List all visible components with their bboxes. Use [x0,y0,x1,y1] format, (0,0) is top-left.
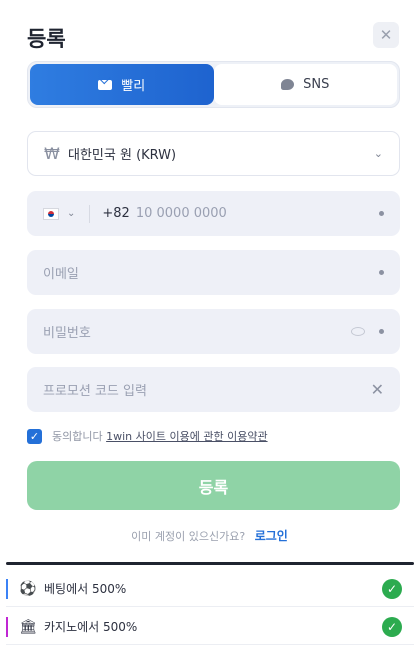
registration-modal: 등록 ✕ 빨리 SNS ₩ 대한민국 원 (KRW) ⌄ ⌄ +82 10 00… [0,0,419,560]
tab-sns-label: SNS [303,77,330,92]
registration-tabs: 빨리 SNS [27,61,400,108]
email-field[interactable]: 이메일 [27,250,400,295]
password-placeholder: 비밀번호 [43,326,91,341]
page-title: 등록 [27,27,66,51]
currency-select[interactable]: ₩ 대한민국 원 (KRW) ⌄ [27,131,400,176]
login-link[interactable]: 로그인 [255,529,288,543]
login-prompt: 이미 계정이 있으신가요? [131,530,246,543]
kr-flag-icon[interactable] [43,207,59,220]
check-icon: ✓ [382,616,402,637]
promo-code-field[interactable]: 프로모션 코드 입력 ✕ [27,367,400,412]
tab-quick[interactable]: 빨리 [30,64,214,105]
close-icon: ✕ [379,26,393,44]
chevron-down-icon: ⌄ [373,147,383,160]
password-field[interactable]: 비밀번호 [27,309,400,354]
promo-label: 베팅에서 500% [44,582,127,596]
soccer-ball-icon: ⚽ [19,580,37,597]
won-icon: ₩ [44,144,60,163]
required-dot-icon [379,270,384,275]
email-placeholder: 이메일 [43,267,79,282]
required-dot-icon [379,211,384,216]
terms-prefix: 동의합니다 [52,430,103,443]
chevron-down-icon[interactable]: ⌄ [67,208,75,219]
country-code: +82 [102,206,130,221]
phone-placeholder: 10 0000 0000 [135,206,227,221]
section-divider [6,562,414,565]
accent-bar [6,616,8,637]
promo-item-casino: 🏛 카지노에서 500% ✓ [6,609,414,645]
tab-sns[interactable]: SNS [213,64,397,105]
register-button[interactable]: 등록 [27,461,400,510]
accent-bar [6,578,8,599]
currency-value: 대한민국 원 (KRW) [68,148,177,163]
terms-checkbox[interactable]: ✓ [27,428,42,444]
tab-quick-label: 빨리 [121,79,146,94]
chat-icon [281,79,295,90]
divider [89,204,91,223]
check-icon: ✓ [382,578,402,599]
phone-field[interactable]: ⌄ +82 10 0000 0000 [27,191,400,236]
clear-icon[interactable]: ✕ [371,380,384,399]
terms-agreement: ✓ 동의합니다 1win 사이트 이용에 관한 이용약관 [27,428,268,444]
required-dot-icon [379,329,384,334]
promo-label: 카지노에서 500% [44,620,138,634]
eye-icon[interactable] [351,327,365,336]
close-button[interactable]: ✕ [373,22,399,48]
mail-icon [98,79,113,90]
casino-building-icon: 🏛 [19,618,37,635]
terms-link[interactable]: 1win 사이트 이용에 관한 이용약관 [106,430,267,443]
promo-item-betting: ⚽ 베팅에서 500% ✓ [6,571,414,607]
login-prompt-row: 이미 계정이 있으신가요? 로그인 [0,527,419,544]
promo-placeholder: 프로모션 코드 입력 [43,384,147,399]
